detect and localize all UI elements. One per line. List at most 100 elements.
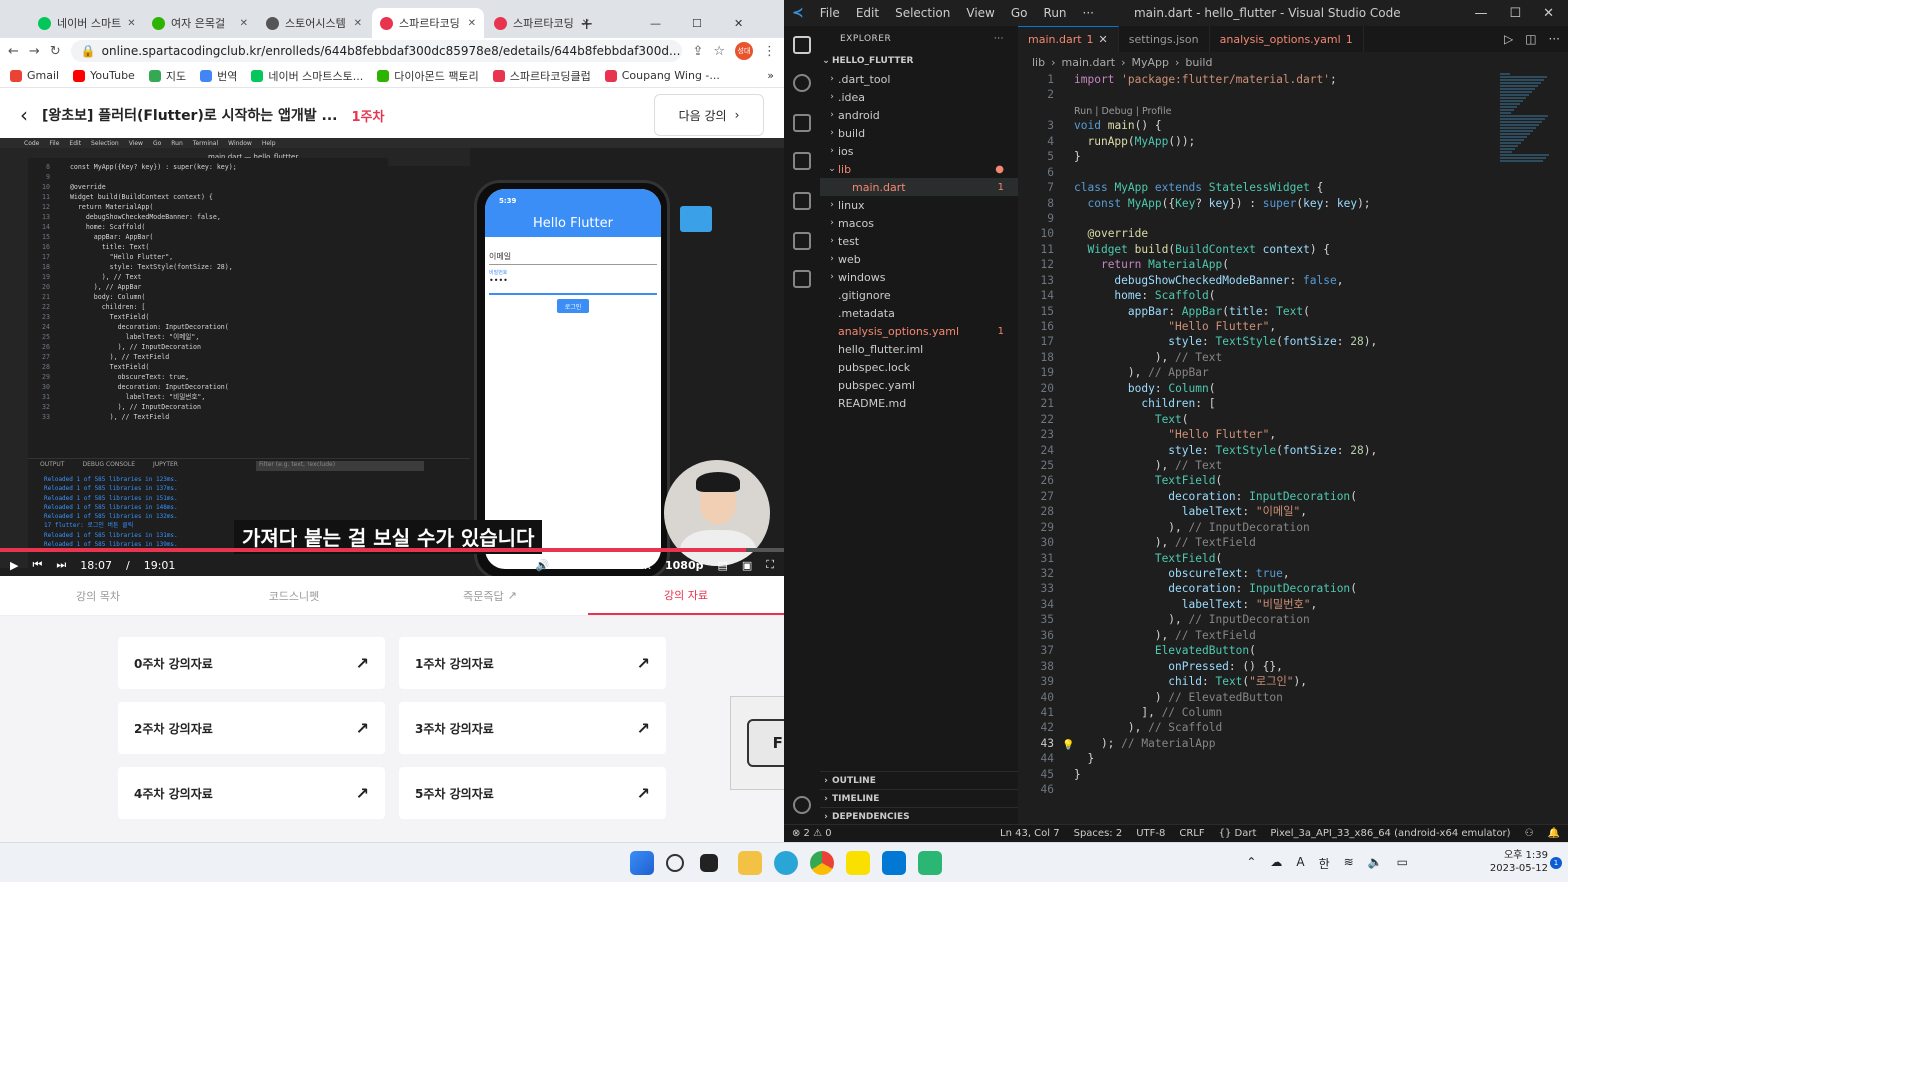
bookmark-item[interactable]: 네이버 스마트스토...	[251, 68, 363, 84]
problems-status[interactable]: ⊗ 2 ⚠ 0	[792, 828, 832, 839]
explorer-item[interactable]: › test	[820, 232, 1018, 250]
explorer-item[interactable]: ⌄ lib ●	[820, 160, 1018, 178]
vscode-taskbar-icon[interactable]	[882, 851, 906, 875]
profile-avatar[interactable]: 성대	[735, 42, 753, 60]
bell-icon[interactable]: 🔔	[1548, 828, 1560, 839]
bookmark-item[interactable]: Coupang Wing -...	[604, 69, 720, 82]
files-icon[interactable]	[793, 36, 811, 54]
tab-close-icon[interactable]: ✕	[468, 18, 476, 29]
close-browser-icon[interactable]: ✕	[726, 8, 751, 38]
pip-icon[interactable]: ▣	[742, 559, 752, 572]
menu-kebab-icon[interactable]: ⋮	[763, 44, 776, 59]
material-card[interactable]: 0주차 강의자료 ↗	[118, 637, 385, 689]
bookmark-item[interactable]: YouTube	[73, 69, 135, 82]
forward-icon[interactable]: →	[29, 44, 40, 59]
browser-tab[interactable]: 스토어시스템 ✕	[258, 8, 370, 38]
fullscreen-icon[interactable]: ⛶	[766, 558, 774, 572]
breadcrumb-item[interactable]: main.dart	[1062, 56, 1116, 69]
search-icon[interactable]	[793, 74, 811, 92]
end-of-line[interactable]: CRLF	[1179, 828, 1204, 839]
skip-back-icon[interactable]: ⏮	[32, 558, 42, 572]
lecture-tab[interactable]: 코드스니펫	[196, 576, 392, 615]
lecture-tab[interactable]: 강의 자료	[588, 576, 784, 615]
tab-close-icon[interactable]: ✕	[240, 18, 248, 29]
panel-section[interactable]: › DEPENDENCIES	[820, 807, 1018, 825]
share-icon[interactable]: ⇪	[692, 44, 703, 59]
explorer-item[interactable]: .metadata	[820, 304, 1018, 322]
editor-tab[interactable]: settings.json	[1119, 26, 1210, 52]
vscode-menu-item[interactable]: View	[966, 6, 994, 20]
onedrive-icon[interactable]: ☁	[1270, 855, 1282, 872]
volume-icon[interactable]: 🔊	[536, 559, 550, 572]
accounts-icon[interactable]: ⚇	[1525, 828, 1534, 839]
tab-close-icon[interactable]: ✕	[354, 18, 362, 29]
more-actions-icon[interactable]: ···	[1549, 32, 1560, 46]
editor-tab[interactable]: analysis_options.yaml 1	[1210, 26, 1364, 52]
task-view-icon[interactable]	[700, 854, 718, 872]
new-tab-icon[interactable]: +	[572, 8, 601, 38]
material-card[interactable]: 5주차 강의자료 ↗	[399, 767, 666, 819]
bookmark-item[interactable]: 번역	[200, 68, 237, 84]
run-debug-icon[interactable]	[793, 152, 811, 170]
explorer-item[interactable]: › linux	[820, 196, 1018, 214]
breadcrumb-item[interactable]: lib	[1032, 56, 1045, 69]
vscode-menu-item[interactable]: Selection	[895, 6, 950, 20]
bookmark-item[interactable]: 다이아몬드 팩토리	[377, 68, 479, 84]
testing-icon[interactable]	[793, 232, 811, 250]
encoding[interactable]: UTF-8	[1136, 828, 1165, 839]
quality-label[interactable]: 1080p	[665, 559, 704, 572]
maximize-browser-icon[interactable]: ☐	[684, 8, 710, 38]
ime-mode[interactable]: A	[1296, 855, 1304, 872]
vscode-menu-item[interactable]: Edit	[856, 6, 879, 20]
explorer-item[interactable]: › ios	[820, 142, 1018, 160]
tab-close-icon[interactable]: ✕	[1099, 33, 1108, 46]
tray-chevron-icon[interactable]: ⌃	[1246, 855, 1256, 872]
maximize-icon[interactable]: ☐	[1509, 6, 1521, 21]
back-chevron-icon[interactable]: ‹	[20, 103, 28, 127]
lecture-tab[interactable]: 강의 목차	[0, 576, 196, 615]
split-editor-icon[interactable]: ◫	[1525, 32, 1536, 46]
minimize-browser-icon[interactable]: —	[642, 8, 669, 38]
codelens[interactable]: Run | Debug | Profile	[1074, 106, 1171, 117]
file-explorer-icon[interactable]	[738, 851, 762, 875]
browser-tab[interactable]: 스파르타코딩 ✕	[372, 8, 484, 38]
play-icon[interactable]: ▶	[10, 559, 18, 572]
search-taskbar-icon[interactable]	[666, 854, 684, 872]
flutter-icon[interactable]	[793, 270, 811, 288]
code-editor[interactable]: 1 import 'package:flutter/material.dart';…	[1018, 72, 1568, 832]
bookmark-item[interactable]: 지도	[148, 68, 186, 84]
wifi-icon[interactable]: ≋	[1344, 855, 1354, 872]
lightbulb-icon[interactable]: 💡	[1062, 738, 1074, 753]
notification-badge[interactable]: 1	[1550, 857, 1562, 869]
explorer-item[interactable]: analysis_options.yaml 1	[820, 322, 1018, 340]
explorer-item[interactable]: › build	[820, 124, 1018, 142]
explorer-item[interactable]: main.dart 1	[820, 178, 1018, 196]
panel-section[interactable]: › OUTLINE	[820, 771, 1018, 789]
cursor-position[interactable]: Ln 43, Col 7	[1000, 828, 1060, 839]
vscode-menu-item[interactable]: ···	[1083, 6, 1094, 20]
start-icon[interactable]	[630, 851, 654, 875]
editor-tab[interactable]: main.dart 1 ✕	[1018, 26, 1119, 52]
minimize-icon[interactable]: —	[1474, 6, 1487, 21]
explorer-item[interactable]: › macos	[820, 214, 1018, 232]
breadcrumb-item[interactable]: MyApp	[1131, 56, 1169, 69]
indentation[interactable]: Spaces: 2	[1074, 828, 1123, 839]
explorer-item[interactable]: › windows	[820, 268, 1018, 286]
explorer-item[interactable]: pubspec.lock	[820, 358, 1018, 376]
material-card[interactable]: 4주차 강의자료 ↗	[118, 767, 385, 819]
ime-lang[interactable]: 한	[1319, 855, 1330, 872]
panel-section[interactable]: › TIMELINE	[820, 789, 1018, 807]
explorer-item[interactable]: .gitignore	[820, 286, 1018, 304]
explorer-item[interactable]: › android	[820, 106, 1018, 124]
next-lecture-button[interactable]: 다음 강의 ›	[654, 94, 764, 136]
minimap[interactable]	[1500, 72, 1560, 162]
reload-icon[interactable]: ↻	[50, 44, 61, 59]
chrome-icon[interactable]	[810, 851, 834, 875]
clock[interactable]: 오후 1:39 2023-05-12	[1490, 849, 1548, 875]
settings-gear-icon[interactable]	[793, 796, 811, 814]
bookmark-item[interactable]: Gmail	[10, 69, 59, 82]
volume-tray-icon[interactable]: 🔈	[1368, 855, 1383, 872]
device-selector[interactable]: Pixel_3a_API_33_x86_64 (android-x64 emul…	[1270, 828, 1510, 839]
source-control-icon[interactable]	[793, 114, 811, 132]
vscode-menu-item[interactable]: File	[820, 6, 840, 20]
